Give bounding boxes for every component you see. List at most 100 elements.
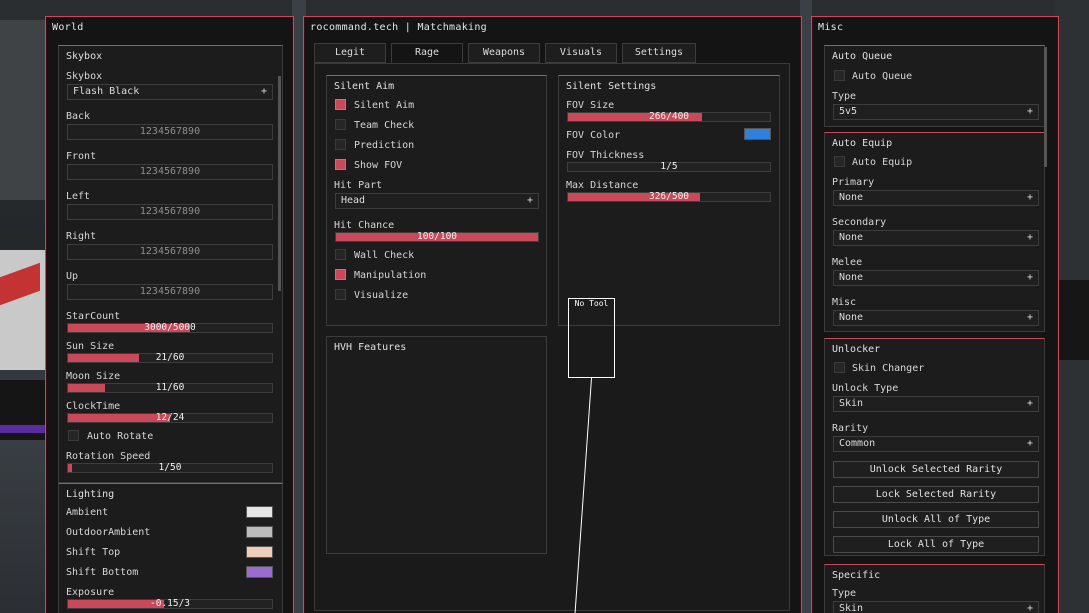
slider-value: -0.15/3: [149, 598, 191, 609]
front-input[interactable]: 1234567890: [67, 164, 273, 180]
manipulation-checkbox[interactable]: [335, 269, 346, 280]
specific-type-label: Type: [832, 588, 857, 599]
queue-type-label: Type: [832, 91, 857, 102]
outdoor-ambient-color-swatch[interactable]: [246, 526, 273, 538]
slider-value: 12/24: [155, 412, 185, 423]
fov-size-slider[interactable]: 266/400: [567, 112, 771, 122]
hit-part-dropdown[interactable]: Head +: [335, 193, 539, 209]
lock-selected-rarity-button[interactable]: Lock Selected Rarity: [833, 486, 1039, 503]
lock-all-of-type-button[interactable]: Lock All of Type: [833, 536, 1039, 553]
specific-group-title: Specific: [832, 570, 881, 581]
auto-queue-check-label: Auto Queue: [852, 71, 913, 82]
slider-value: 266/400: [648, 111, 690, 122]
fov-color-swatch[interactable]: [744, 128, 771, 140]
tab-content: Silent Aim Silent Aim Team Check Predict…: [314, 63, 790, 613]
plus-icon: +: [1026, 232, 1033, 243]
fov-thickness-slider[interactable]: 1/5: [567, 162, 771, 172]
wall-check-label: Wall Check: [354, 250, 415, 261]
scene-wall: [0, 20, 48, 200]
silent-settings-group: Silent Settings FOV Size 266/400 FOV Col…: [558, 75, 780, 326]
visualize-label: Visualize: [354, 290, 409, 301]
starcount-slider[interactable]: 3000/5000: [67, 323, 273, 333]
auto-queue-group-title: Auto Queue: [832, 51, 893, 62]
auto-rotate-checkbox[interactable]: [68, 430, 79, 441]
slider-value: 11/60: [155, 382, 185, 393]
misc-scrollbar[interactable]: [1044, 47, 1047, 167]
slider-value: 326/500: [648, 191, 690, 202]
slider-value: 21/60: [155, 352, 185, 363]
misc-slot-dropdown[interactable]: None +: [833, 310, 1039, 326]
shift-top-label: Shift Top: [66, 547, 121, 558]
tab-settings[interactable]: Settings: [622, 43, 696, 63]
rarity-dropdown[interactable]: Common +: [833, 436, 1039, 452]
hit-chance-slider[interactable]: 100/100: [335, 232, 539, 242]
left-input[interactable]: 1234567890: [67, 204, 273, 220]
team-check-label: Team Check: [354, 120, 415, 131]
up-input[interactable]: 1234567890: [67, 284, 273, 300]
plus-icon: +: [1026, 192, 1033, 203]
tab-visuals[interactable]: Visuals: [545, 43, 617, 63]
sun-size-slider[interactable]: 21/60: [67, 353, 273, 363]
plus-icon: +: [260, 86, 267, 97]
unlock-selected-rarity-button[interactable]: Unlock Selected Rarity: [833, 461, 1039, 478]
skin-changer-checkbox[interactable]: [834, 362, 845, 373]
ambient-color-swatch[interactable]: [246, 506, 273, 518]
back-input[interactable]: 1234567890: [67, 124, 273, 140]
tab-rage[interactable]: Rage: [391, 43, 463, 63]
unlocker-group-title: Unlocker: [832, 344, 881, 355]
unlock-all-of-type-button[interactable]: Unlock All of Type: [833, 511, 1039, 528]
auto-equip-checkbox[interactable]: [834, 156, 845, 167]
clocktime-slider[interactable]: 12/24: [67, 413, 273, 423]
exposure-slider[interactable]: -0.15/3: [67, 599, 273, 609]
prediction-checkbox[interactable]: [335, 139, 346, 150]
visualize-checkbox[interactable]: [335, 289, 346, 300]
lighting-group: Lighting Ambient OutdoorAmbient Shift To…: [58, 483, 283, 613]
skybox-group-title: Skybox: [66, 51, 103, 62]
queue-type-dropdown[interactable]: 5v5 +: [833, 104, 1039, 120]
silent-aim-checkbox[interactable]: [335, 99, 346, 110]
misc-window-title: Misc: [818, 22, 844, 33]
silent-settings-group-title: Silent Settings: [566, 81, 657, 92]
plus-icon: +: [526, 195, 533, 206]
skybox-dropdown[interactable]: Flash Black +: [67, 84, 273, 100]
moon-size-label: Moon Size: [66, 371, 121, 382]
shift-bottom-color-swatch[interactable]: [246, 566, 273, 578]
right-label: Right: [66, 231, 97, 242]
moon-size-slider[interactable]: 11/60: [67, 383, 273, 393]
shift-top-color-swatch[interactable]: [246, 546, 273, 558]
tracer-line: [574, 378, 592, 613]
hit-chance-label: Hit Chance: [334, 220, 395, 231]
tab-weapons[interactable]: Weapons: [468, 43, 540, 63]
primary-dropdown[interactable]: None +: [833, 190, 1039, 206]
auto-queue-checkbox[interactable]: [834, 70, 845, 81]
melee-dropdown[interactable]: None +: [833, 270, 1039, 286]
silent-aim-check-label: Silent Aim: [354, 100, 415, 111]
primary-value: None: [839, 192, 864, 203]
max-distance-slider[interactable]: 326/500: [567, 192, 771, 202]
wall-check-checkbox[interactable]: [335, 249, 346, 260]
main-window-title: rocommand.tech | Matchmaking: [310, 22, 487, 33]
auto-equip-group: Auto Equip Auto Equip Primary None + Sec…: [824, 132, 1045, 332]
specific-type-dropdown[interactable]: Skin +: [833, 601, 1039, 613]
skybox-scrollbar[interactable]: [278, 76, 281, 291]
world-window: World Skybox Skybox Flash Black + Back 1…: [45, 16, 294, 613]
melee-value: None: [839, 272, 864, 283]
secondary-dropdown[interactable]: None +: [833, 230, 1039, 246]
show-fov-checkbox[interactable]: [335, 159, 346, 170]
secondary-label: Secondary: [832, 217, 887, 228]
specific-group: Specific Type Skin +: [824, 564, 1045, 613]
max-distance-label: Max Distance: [566, 180, 639, 191]
unlock-type-dropdown[interactable]: Skin +: [833, 396, 1039, 412]
manipulation-label: Manipulation: [354, 270, 427, 281]
team-check-checkbox[interactable]: [335, 119, 346, 130]
rarity-value: Common: [839, 438, 876, 449]
right-input[interactable]: 1234567890: [67, 244, 273, 260]
tab-legit[interactable]: Legit: [314, 43, 386, 63]
plus-icon: +: [1026, 438, 1033, 449]
fov-color-label: FOV Color: [566, 130, 621, 141]
starcount-label: StarCount: [66, 311, 121, 322]
no-tool-box: No Tool: [568, 298, 615, 378]
auto-equip-group-title: Auto Equip: [832, 138, 893, 149]
rotation-speed-slider[interactable]: 1/50: [67, 463, 273, 473]
specific-type-value: Skin: [839, 603, 864, 613]
